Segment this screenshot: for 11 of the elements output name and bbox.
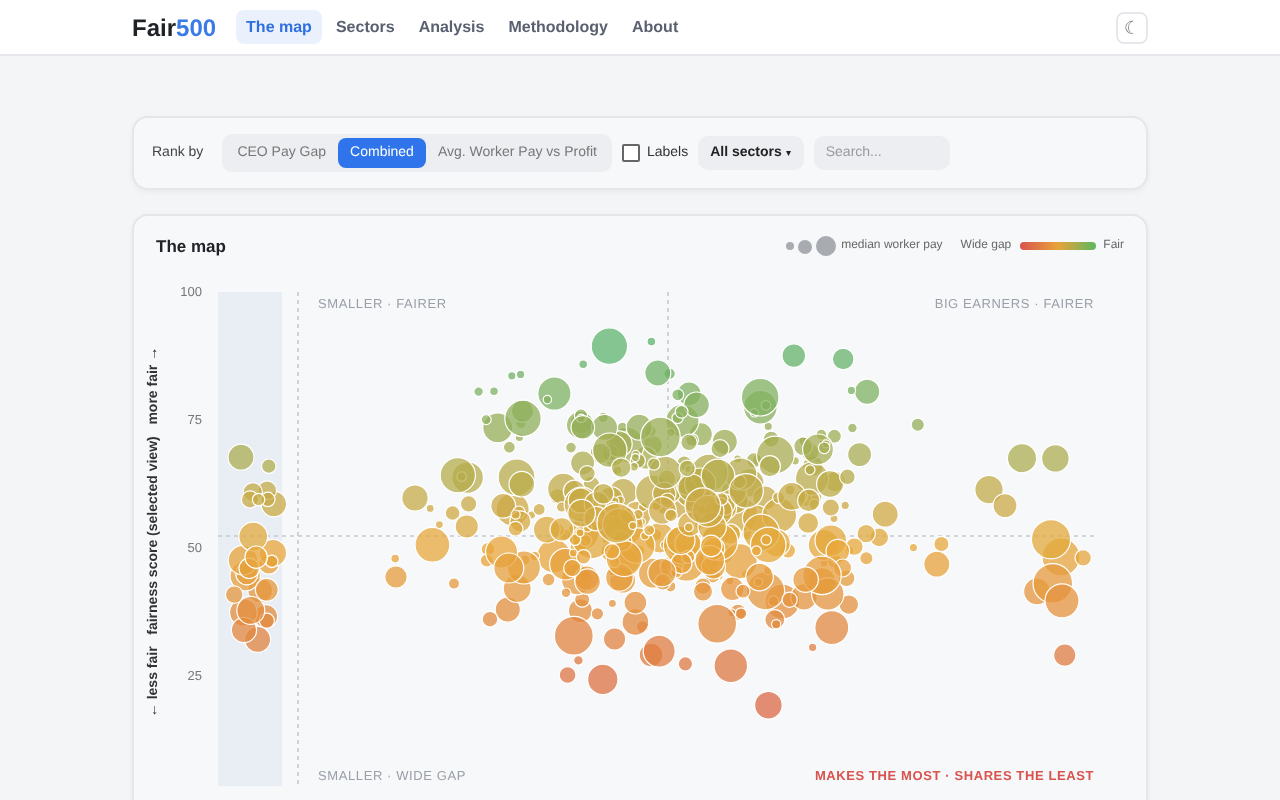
theme-toggle-button[interactable]: ☾: [1116, 11, 1148, 43]
labels-checkbox[interactable]: [622, 144, 641, 162]
logo[interactable]: Fair500: [132, 13, 217, 41]
nav-tab[interactable]: Methodology: [498, 10, 618, 44]
nav-tab[interactable]: The map: [236, 10, 322, 44]
nav-tab[interactable]: Sectors: [325, 10, 405, 44]
color-gradient-bar: [1019, 242, 1096, 250]
nav-tab[interactable]: About: [622, 10, 689, 44]
map-title: The map: [156, 236, 228, 256]
size-legend-icon: [785, 236, 836, 256]
nav-tab[interactable]: Analysis: [408, 10, 495, 44]
